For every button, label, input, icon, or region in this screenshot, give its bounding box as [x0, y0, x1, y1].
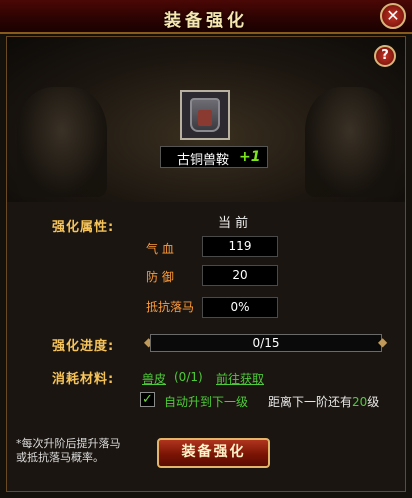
- progress-label: 强化进度:: [52, 339, 115, 354]
- attr-value-defense: 20: [202, 265, 278, 286]
- right-statue-decoration: [305, 87, 395, 197]
- attr-value-hp: 119: [202, 236, 278, 257]
- attr-name-fall-resist: 抵抗落马: [146, 300, 195, 314]
- auto-upgrade-label: 自动升到下一级: [164, 395, 249, 409]
- saddle-icon: [190, 98, 220, 132]
- next-level-value: 20: [352, 395, 368, 409]
- equipment-enhance-window: 装备强化 ✕ ? 古铜兽鞍 +1 强化属性: 当 前 气 血 119 防 御 2…: [0, 0, 412, 498]
- item-slot[interactable]: [180, 90, 230, 140]
- attr-name-defense: 防 御: [146, 270, 174, 284]
- attr-name-hp: 气 血: [146, 242, 174, 256]
- next-level-text: 距离下一阶还有: [268, 395, 353, 409]
- note-line-1: *每次升阶后提升落马: [16, 437, 121, 450]
- item-name-plate: 古铜兽鞍 +1: [160, 146, 268, 168]
- progress-text: 0/15: [252, 336, 280, 350]
- upgrade-note: *每次升阶后提升落马 或抵抗落马概率。: [16, 437, 121, 465]
- note-line-2: 或抵抗落马概率。: [16, 451, 104, 464]
- progress-bar: 0/15: [150, 334, 382, 352]
- current-header: 当 前: [218, 216, 249, 231]
- material-name-link[interactable]: 兽皮: [142, 370, 166, 387]
- left-statue-decoration: [17, 87, 107, 197]
- help-icon[interactable]: ?: [374, 45, 396, 67]
- item-name: 古铜兽鞍: [177, 153, 230, 168]
- progress-right-arrow-icon: ◆: [378, 335, 388, 349]
- title-bar: 装备强化 ✕: [0, 0, 412, 34]
- attr-value-fall-resist: 0%: [202, 297, 278, 318]
- materials-label: 消耗材料:: [52, 372, 115, 387]
- attributes-label: 强化属性:: [52, 220, 115, 235]
- enhance-button[interactable]: 装备强化: [157, 438, 270, 468]
- window-title: 装备强化: [164, 11, 248, 31]
- item-enhance-level: +1: [239, 149, 261, 165]
- next-level-suffix: 级: [367, 395, 380, 409]
- next-level-info: 距离下一阶还有20级: [268, 393, 379, 410]
- material-count: (0/1): [174, 370, 203, 384]
- close-icon[interactable]: ✕: [380, 3, 406, 29]
- go-obtain-link[interactable]: 前往获取: [216, 370, 264, 387]
- auto-upgrade-checkbox[interactable]: ✓: [140, 392, 155, 407]
